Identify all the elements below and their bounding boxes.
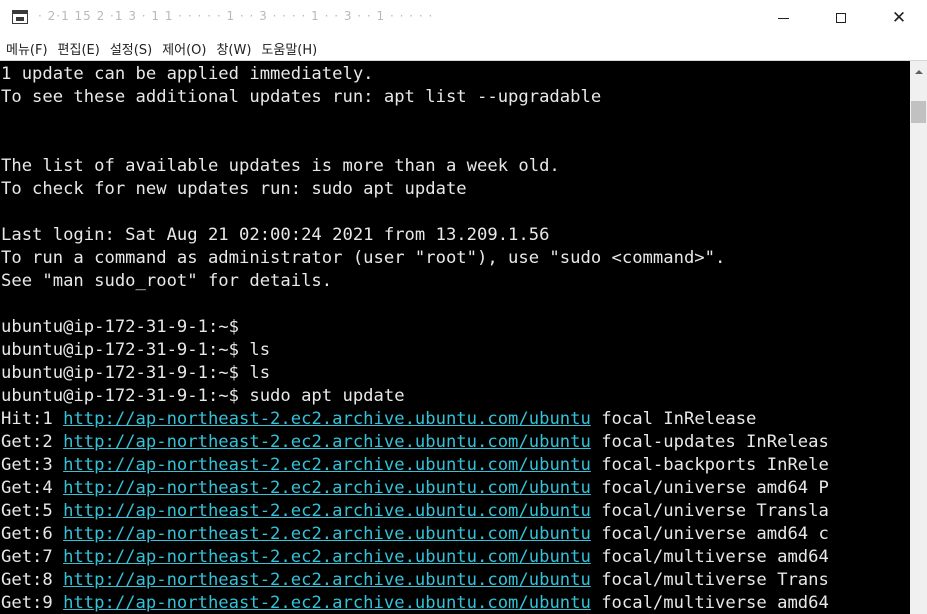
minimize-button[interactable] — [760, 0, 806, 36]
terminal-url-link[interactable]: http://ap-northeast-2.ec2.archive.ubuntu… — [63, 409, 591, 429]
minimize-icon — [777, 17, 789, 19]
scroll-thumb[interactable] — [911, 101, 926, 123]
terminal-text: Get:3 — [1, 455, 64, 475]
close-icon: ✕ — [891, 7, 907, 28]
menu-item-help[interactable]: 도움말(H) — [256, 39, 322, 58]
maximize-button[interactable] — [818, 0, 864, 36]
terminal-line: Get:5 http://ap-northeast-2.ec2.archive.… — [1, 500, 829, 523]
terminal-line: 1 update can be applied immediately. — [1, 63, 829, 86]
terminal-line: Last login: Sat Aug 21 02:00:24 2021 fro… — [1, 224, 829, 247]
terminal-text: ubuntu@ip-172-31-9-1:~$ ls — [1, 363, 271, 383]
terminal-url-link[interactable]: http://ap-northeast-2.ec2.archive.ubuntu… — [63, 478, 591, 498]
terminal-line: Get:9 http://ap-northeast-2.ec2.archive.… — [1, 592, 829, 614]
terminal-line: Get:3 http://ap-northeast-2.ec2.archive.… — [1, 454, 829, 477]
menu-item-window[interactable]: 창(W) — [211, 39, 256, 58]
terminal-text: focal/multiverse Trans — [590, 570, 829, 590]
menu-item-file[interactable]: 메뉴(F) — [0, 39, 53, 58]
terminal-text: To see these additional updates run: apt… — [1, 87, 602, 107]
terminal-text: focal/multiverse amd64 — [590, 547, 829, 567]
terminal-line: ubuntu@ip-172-31-9-1:~$ ls — [1, 362, 829, 385]
terminal-line: Hit:1 http://ap-northeast-2.ec2.archive.… — [1, 408, 829, 431]
terminal-line: Get:7 http://ap-northeast-2.ec2.archive.… — [1, 546, 829, 569]
terminal-text: focal/universe amd64 c — [590, 524, 829, 544]
terminal-line: Get:8 http://ap-northeast-2.ec2.archive.… — [1, 569, 829, 592]
terminal-line: To check for new updates run: sudo apt u… — [1, 178, 829, 201]
terminal-text: Get:9 — [1, 593, 64, 613]
terminal-url-link[interactable]: http://ap-northeast-2.ec2.archive.ubuntu… — [63, 432, 591, 452]
terminal-text: The list of available updates is more th… — [1, 156, 560, 176]
menu-item-control[interactable]: 제어(O) — [157, 39, 211, 58]
maximize-icon — [836, 13, 846, 23]
terminal-line: To run a command as administrator (user … — [1, 247, 829, 270]
terminal-text: To check for new updates run: sudo apt u… — [1, 179, 467, 199]
terminal-text: focal/universe Transla — [590, 501, 829, 521]
terminal-line: To see these additional updates run: apt… — [1, 86, 829, 109]
terminal-text: See "man sudo_root" for details. — [1, 271, 333, 291]
terminal-url-link[interactable]: http://ap-northeast-2.ec2.archive.ubuntu… — [63, 570, 591, 590]
scroll-up-button[interactable] — [910, 63, 927, 80]
terminal-text: Hit:1 — [1, 409, 64, 429]
terminal-line: Get:4 http://ap-northeast-2.ec2.archive.… — [1, 477, 829, 500]
terminal-text: Get:4 — [1, 478, 64, 498]
terminal-line: The list of available updates is more th… — [1, 155, 829, 178]
terminal-text: focal-updates InReleas — [590, 432, 829, 452]
vertical-scrollbar[interactable] — [910, 61, 927, 614]
terminal-line: ubuntu@ip-172-31-9-1:~$ ls — [1, 339, 829, 362]
terminal-text: Get:2 — [1, 432, 64, 452]
terminal-text: Last login: Sat Aug 21 02:00:24 2021 fro… — [1, 225, 550, 245]
terminal-line: ubuntu@ip-172-31-9-1:~$ sudo apt update — [1, 385, 829, 408]
menu-item-settings[interactable]: 설정(S) — [105, 39, 157, 58]
terminal-app-icon[interactable] — [12, 10, 28, 24]
terminal-line: ubuntu@ip-172-31-9-1:~$ — [1, 316, 829, 339]
terminal-text: Get:7 — [1, 547, 64, 567]
terminal-line: Get:2 http://ap-northeast-2.ec2.archive.… — [1, 431, 829, 454]
terminal-text: To run a command as administrator (user … — [1, 248, 726, 268]
terminal-text: focal-backports InRele — [590, 455, 829, 475]
terminal-text: focal/multiverse amd64 — [590, 593, 829, 613]
menu-bar: 메뉴(F) 편집(E) 설정(S) 제어(O) 창(W) 도움말(H) — [0, 36, 927, 61]
terminal-text: ubuntu@ip-172-31-9-1:~$ sudo apt update — [1, 386, 405, 406]
terminal-url-link[interactable]: http://ap-northeast-2.ec2.archive.ubuntu… — [63, 524, 591, 544]
scroll-up-arrow-icon — [914, 69, 923, 74]
terminal-output[interactable]: 1 update can be applied immediately. To s… — [0, 61, 910, 614]
terminal-url-link[interactable]: http://ap-northeast-2.ec2.archive.ubuntu… — [63, 593, 591, 613]
terminal-line: Get:6 http://ap-northeast-2.ec2.archive.… — [1, 523, 829, 546]
terminal-url-link[interactable]: http://ap-northeast-2.ec2.archive.ubuntu… — [63, 501, 591, 521]
terminal-text: Get:6 — [1, 524, 64, 544]
terminal-text: Get:5 — [1, 501, 64, 521]
close-button[interactable]: ✕ — [876, 0, 922, 36]
terminal-text: focal InRelease — [590, 409, 757, 429]
title-bar[interactable]: · 2·1 15 2 ·1 3 · 1 1 · · · · · 1 · · 3 … — [0, 0, 927, 36]
terminal-text: 1 update can be applied immediately. — [1, 64, 374, 84]
terminal-text: ubuntu@ip-172-31-9-1:~$ — [1, 317, 239, 337]
terminal-url-link[interactable]: http://ap-northeast-2.ec2.archive.ubuntu… — [63, 455, 591, 475]
window-title: · 2·1 15 2 ·1 3 · 1 1 · · · · · 1 · · 3 … — [38, 9, 434, 23]
terminal-text: ubuntu@ip-172-31-9-1:~$ ls — [1, 340, 271, 360]
terminal-text: Get:8 — [1, 570, 64, 590]
terminal-line: See "man sudo_root" for details. — [1, 270, 829, 293]
terminal-text: focal/universe amd64 P — [590, 478, 829, 498]
menu-item-edit[interactable]: 편집(E) — [53, 39, 105, 58]
terminal-url-link[interactable]: http://ap-northeast-2.ec2.archive.ubuntu… — [63, 547, 591, 567]
terminal-lines: 1 update can be applied immediately. To s… — [1, 63, 829, 614]
